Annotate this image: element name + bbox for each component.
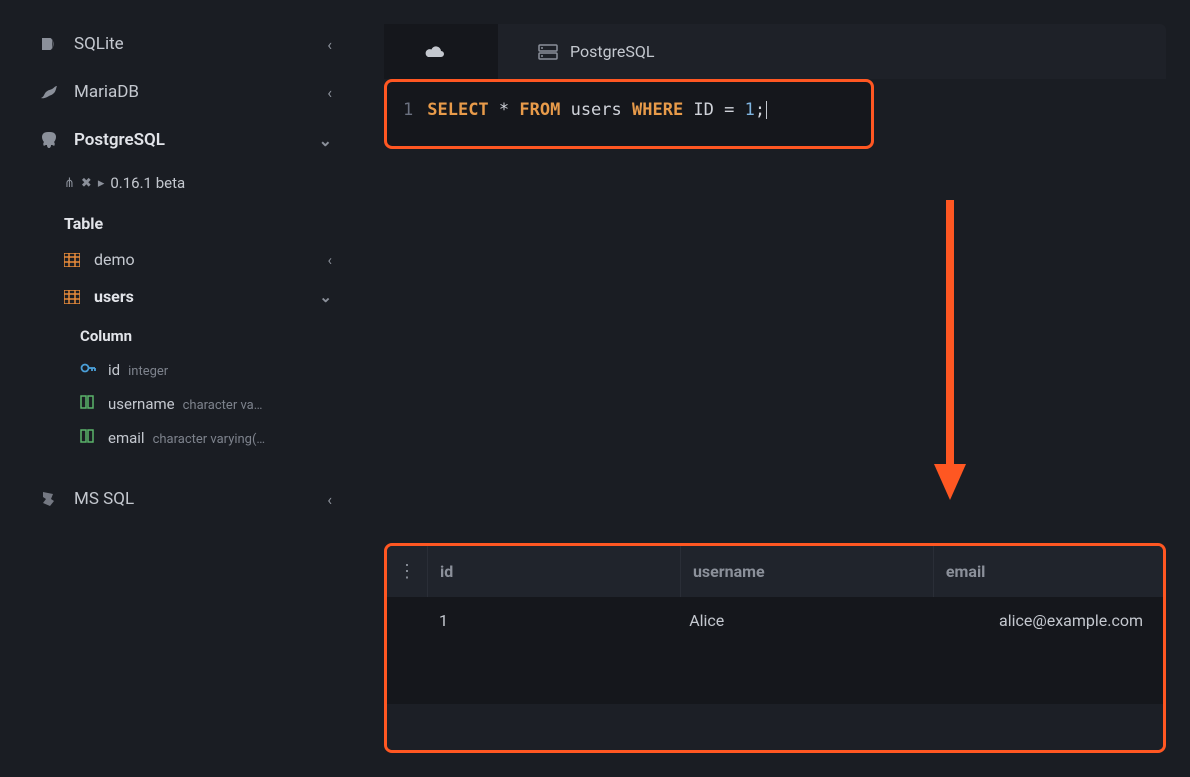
- table-section-label: Table: [0, 202, 360, 241]
- db-label: PostgreSQL: [74, 130, 165, 150]
- disconnect-icon[interactable]: ✖: [81, 176, 92, 191]
- db-label: SQLite: [74, 34, 124, 54]
- line-number: 1: [403, 100, 413, 120]
- sql-editor[interactable]: 1 SELECT * FROM users WHERE ID = 1;: [384, 79, 874, 149]
- table-icon: [64, 253, 82, 267]
- column-icon: [80, 429, 98, 443]
- column-item-username[interactable]: username character va…: [0, 387, 360, 421]
- code-line: 1 SELECT * FROM users WHERE ID = 1;: [403, 100, 855, 120]
- column-type: character varying(…: [153, 432, 266, 447]
- table-icon: [64, 290, 82, 304]
- chevron-left-icon: ‹: [327, 35, 332, 54]
- column-type: character va…: [183, 398, 263, 413]
- tab-bar: PostgreSQL: [384, 24, 1166, 79]
- version-row: ⋔ ✖ ▸ 0.16.1 beta: [0, 164, 360, 202]
- tab-postgresql[interactable]: PostgreSQL: [498, 24, 694, 79]
- row-menu-icon[interactable]: ⋮: [387, 546, 427, 597]
- cell-username: Alice: [677, 597, 927, 644]
- chevron-left-icon: ‹: [327, 490, 332, 509]
- column-item-id[interactable]: id integer: [0, 353, 360, 387]
- cloud-icon: [424, 44, 446, 60]
- results-panel: ⋮ id username email 1 Alice alice@exampl…: [384, 543, 1166, 753]
- mssql-icon: [40, 490, 60, 508]
- chevron-left-icon: ‹: [327, 83, 332, 102]
- sidebar: SQLite ‹ MariaDB ‹ PostgreSQL ⌄ ⋔ ✖ ▸ 0.…: [0, 0, 360, 777]
- code-content: SELECT * FROM users WHERE ID = 1;: [427, 100, 767, 120]
- table-label: demo: [94, 250, 135, 269]
- table-label: users: [94, 287, 134, 306]
- table-item-users[interactable]: users ⌄: [0, 278, 360, 315]
- column-header-email[interactable]: email: [933, 546, 1163, 597]
- key-icon: [80, 361, 98, 375]
- column-header-id[interactable]: id: [427, 546, 680, 597]
- main-panel: PostgreSQL 1 SELECT * FROM users WHERE I…: [360, 0, 1190, 777]
- db-label: MS SQL: [74, 489, 134, 509]
- version-text: 0.16.1 beta: [110, 174, 185, 192]
- column-header-username[interactable]: username: [680, 546, 933, 597]
- column-item-email[interactable]: email character varying(…: [0, 421, 360, 455]
- column-name: username: [108, 395, 175, 413]
- play-icon[interactable]: ▸: [98, 176, 105, 191]
- chevron-down-icon: ⌄: [319, 131, 332, 150]
- chevron-left-icon: ‹: [327, 251, 332, 269]
- table-item-demo[interactable]: demo ‹: [0, 241, 360, 278]
- server-icon: [538, 44, 558, 60]
- results-header: ⋮ id username email: [387, 546, 1163, 597]
- mariadb-icon: [40, 85, 60, 99]
- db-label: MariaDB: [74, 82, 139, 102]
- db-item-mariadb[interactable]: MariaDB ‹: [0, 68, 360, 116]
- connection-icon: ⋔: [64, 176, 75, 191]
- results-empty-space: [387, 644, 1163, 704]
- column-section-label: Column: [0, 315, 360, 353]
- postgresql-icon: [40, 131, 60, 149]
- column-name: email: [108, 429, 145, 447]
- tab-cloud[interactable]: [384, 24, 498, 79]
- tab-label: PostgreSQL: [570, 42, 654, 61]
- cell-id: 1: [427, 597, 677, 644]
- column-name: id: [108, 361, 120, 379]
- column-icon: [80, 395, 98, 409]
- cell-email: alice@example.com: [927, 597, 1163, 644]
- text-cursor: [766, 101, 767, 119]
- table-row[interactable]: 1 Alice alice@example.com: [387, 597, 1163, 644]
- db-item-postgresql[interactable]: PostgreSQL ⌄: [0, 116, 360, 164]
- db-item-mssql[interactable]: MS SQL ‹: [0, 475, 360, 523]
- chevron-down-icon: ⌄: [319, 288, 332, 306]
- db-item-sqlite[interactable]: SQLite ‹: [0, 20, 360, 68]
- column-type: integer: [128, 364, 168, 379]
- results-footer: [387, 704, 1163, 750]
- sqlite-icon: [40, 36, 60, 52]
